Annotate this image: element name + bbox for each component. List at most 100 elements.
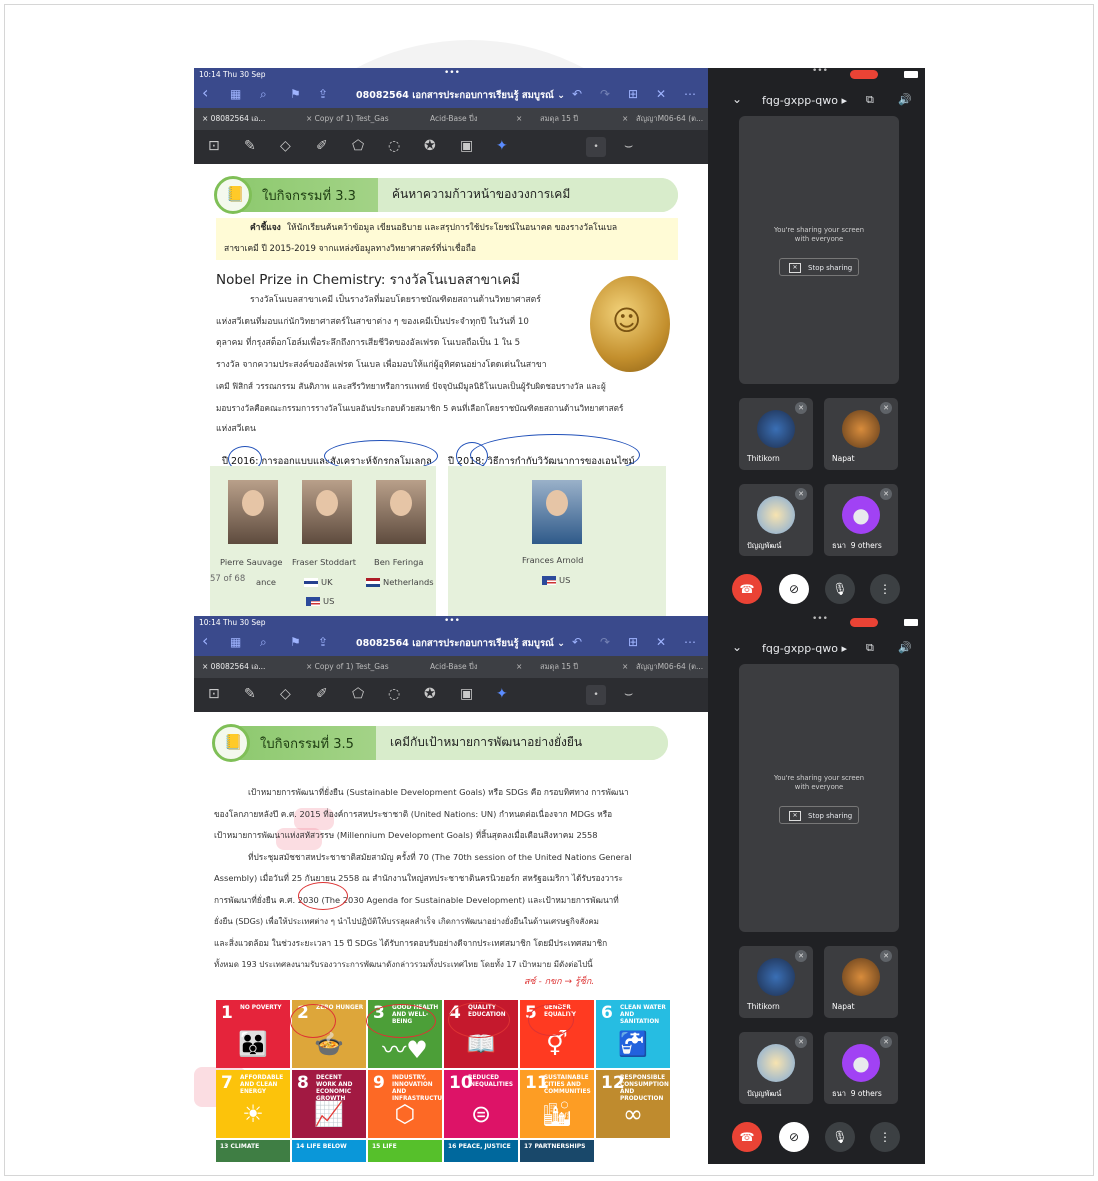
undo-icon[interactable]: ↶ xyxy=(572,635,582,649)
meeting-code[interactable]: fqg-gxpp-qwo ▸ xyxy=(762,642,847,655)
participant-tile[interactable]: ✕ ปัญญพัฒน์ xyxy=(739,484,813,556)
search-icon[interactable]: ⌕ xyxy=(260,635,267,650)
sdg-goal-icon: 🚰 xyxy=(618,1030,648,1058)
pdf-app: 10:14 Thu 30 Sep ••• ‹ ▦ ⌕ ⚑ ⇪ 08082564 … xyxy=(194,616,708,1164)
close-icon[interactable]: ✕ xyxy=(656,87,666,101)
image-icon[interactable]: ▣ xyxy=(460,138,473,154)
more-icon[interactable]: ⋯ xyxy=(684,635,696,649)
end-call-button[interactable]: ☎ xyxy=(732,574,762,604)
mic-button[interactable]: 🎙 xyxy=(825,1122,855,1152)
pen-size-icon[interactable]: • xyxy=(586,685,606,705)
more-dots-icon[interactable]: ••• xyxy=(444,68,460,80)
laser-icon[interactable]: ✦ xyxy=(496,138,508,154)
paragraph-line: และสิ่งแวดล้อม ในช่วงระยะเวลา 15 ปี SDGs… xyxy=(214,937,608,948)
mic-off-icon: ✕ xyxy=(795,402,807,414)
share-icon[interactable]: ⇪ xyxy=(318,87,328,101)
document-title[interactable]: 08082564 เอกสารประกอบการเรียนรู้ สมบูรณ์… xyxy=(356,636,565,651)
share-icon[interactable]: ⇪ xyxy=(318,635,328,649)
back-icon[interactable]: ‹ xyxy=(202,83,208,102)
stop-sharing-button[interactable]: ✕ Stop sharing xyxy=(779,806,859,824)
tab-test-gas[interactable]: × Copy of 1) Test_Gas xyxy=(306,108,389,130)
participant-name: Thitikorn xyxy=(747,454,780,463)
meeting-code[interactable]: fqg-gxpp-qwo ▸ xyxy=(762,94,847,107)
stop-sharing-button[interactable]: ✕ Stop sharing xyxy=(779,258,859,276)
tab-contract[interactable]: สัญญาM06-64 (ต... xyxy=(636,108,703,130)
speaker-icon[interactable]: 🔊 xyxy=(898,641,912,654)
bookmark-icon[interactable]: ⚑ xyxy=(290,87,301,101)
sidebar-icon[interactable]: ⊡ xyxy=(208,686,220,702)
more-options-button[interactable]: ⋮ xyxy=(870,574,900,604)
sticker-icon[interactable]: ✪ xyxy=(424,686,436,702)
tab-contract[interactable]: สัญญาM06-64 (ต... xyxy=(636,656,703,678)
mic-button[interactable]: 🎙 xyxy=(825,574,855,604)
document-title[interactable]: 08082564 เอกสารประกอบการเรียนรู้ สมบูรณ์… xyxy=(356,88,565,103)
chevron-down-icon[interactable]: ⌄ xyxy=(732,92,742,106)
country-netherlands: Netherlands xyxy=(366,577,434,587)
more-dots-icon[interactable]: ••• xyxy=(812,616,828,624)
tab-test-gas[interactable]: × Copy of 1) Test_Gas xyxy=(306,656,389,678)
redo-icon[interactable]: ↷ xyxy=(600,87,610,101)
tab-close-2[interactable]: × xyxy=(622,108,628,130)
more-dots-icon[interactable]: ••• xyxy=(812,68,828,76)
eraser-icon[interactable]: ◇ xyxy=(280,686,291,702)
stroke-style-icon[interactable]: ⌣ xyxy=(624,138,633,154)
lasso-icon[interactable]: ◌ xyxy=(388,138,400,154)
camera-off-button[interactable]: ⊘ xyxy=(779,574,809,604)
highlighter-icon[interactable]: ✐ xyxy=(316,138,328,154)
switch-camera-icon[interactable]: ⧉ xyxy=(866,641,874,655)
back-icon[interactable]: ‹ xyxy=(202,631,208,650)
participant-tile[interactable]: ✕ Napat xyxy=(824,946,898,1018)
recording-indicator-icon xyxy=(850,70,878,79)
grid-icon[interactable]: ▦ xyxy=(230,87,241,101)
participant-tile[interactable]: ● ✕ ธนา 9 others xyxy=(824,1032,898,1104)
lasso-icon[interactable]: ◌ xyxy=(388,686,400,702)
pen-size-icon[interactable]: • xyxy=(586,137,606,157)
shapes-icon[interactable]: ⬠ xyxy=(352,138,364,154)
tab-acid-base[interactable]: Acid-Base ปี่ง xyxy=(430,108,477,130)
undo-icon[interactable]: ↶ xyxy=(572,87,582,101)
tab-08082564[interactable]: × 08082564 เอ... xyxy=(202,656,265,678)
participant-name: Napat xyxy=(832,454,855,463)
search-icon[interactable]: ⌕ xyxy=(260,87,267,102)
switch-camera-icon[interactable]: ⧉ xyxy=(866,93,874,107)
participant-tile[interactable]: ● ✕ ธนา 9 others xyxy=(824,484,898,556)
speaker-icon[interactable]: 🔊 xyxy=(898,93,912,106)
bookmark-icon[interactable]: ⚑ xyxy=(290,635,301,649)
highlighter-icon[interactable]: ✐ xyxy=(316,686,328,702)
camera-off-button[interactable]: ⊘ xyxy=(779,1122,809,1152)
laser-icon[interactable]: ✦ xyxy=(496,686,508,702)
sticker-icon[interactable]: ✪ xyxy=(424,138,436,154)
more-options-button[interactable]: ⋮ xyxy=(870,1122,900,1152)
shapes-icon[interactable]: ⬠ xyxy=(352,686,364,702)
tab-equilibrium[interactable]: สมดุล 15 ปี xyxy=(540,656,578,678)
sdg-title: 13 CLIMATE xyxy=(220,1143,260,1150)
tab-acid-base[interactable]: Acid-Base ปี่ง xyxy=(430,656,477,678)
pen-icon[interactable]: ✎ xyxy=(244,138,256,154)
tab-close[interactable]: × xyxy=(516,656,522,678)
stroke-style-icon[interactable]: ⌣ xyxy=(624,686,633,702)
end-call-button[interactable]: ☎ xyxy=(732,1122,762,1152)
more-dots-icon[interactable]: ••• xyxy=(444,616,460,628)
tab-close-2[interactable]: × xyxy=(622,656,628,678)
participant-tile[interactable]: ✕ Thitikorn xyxy=(739,946,813,1018)
close-icon[interactable]: ✕ xyxy=(656,635,666,649)
add-page-icon[interactable]: ⊞ xyxy=(628,87,638,101)
more-icon[interactable]: ⋯ xyxy=(684,87,696,101)
image-icon[interactable]: ▣ xyxy=(460,686,473,702)
add-page-icon[interactable]: ⊞ xyxy=(628,635,638,649)
redo-icon[interactable]: ↷ xyxy=(600,635,610,649)
grid-icon[interactable]: ▦ xyxy=(230,635,241,649)
pen-annotation xyxy=(366,1004,436,1038)
tab-equilibrium[interactable]: สมดุล 15 ปี xyxy=(540,108,578,130)
chevron-down-icon[interactable]: ⌄ xyxy=(732,640,742,654)
person-avatar-icon: ● xyxy=(842,496,880,534)
nav-bar: ‹ ▦ ⌕ ⚑ ⇪ 08082564 เอกสารประกอบการเรียนร… xyxy=(194,630,708,656)
participant-tile[interactable]: ✕ Napat xyxy=(824,398,898,470)
participant-tile[interactable]: ✕ Thitikorn xyxy=(739,398,813,470)
tab-close[interactable]: × xyxy=(516,108,522,130)
sidebar-icon[interactable]: ⊡ xyxy=(208,138,220,154)
eraser-icon[interactable]: ◇ xyxy=(280,138,291,154)
tab-08082564[interactable]: × 08082564 เอ... xyxy=(202,108,265,130)
participant-tile[interactable]: ✕ ปัญญพัฒน์ xyxy=(739,1032,813,1104)
pen-icon[interactable]: ✎ xyxy=(244,686,256,702)
